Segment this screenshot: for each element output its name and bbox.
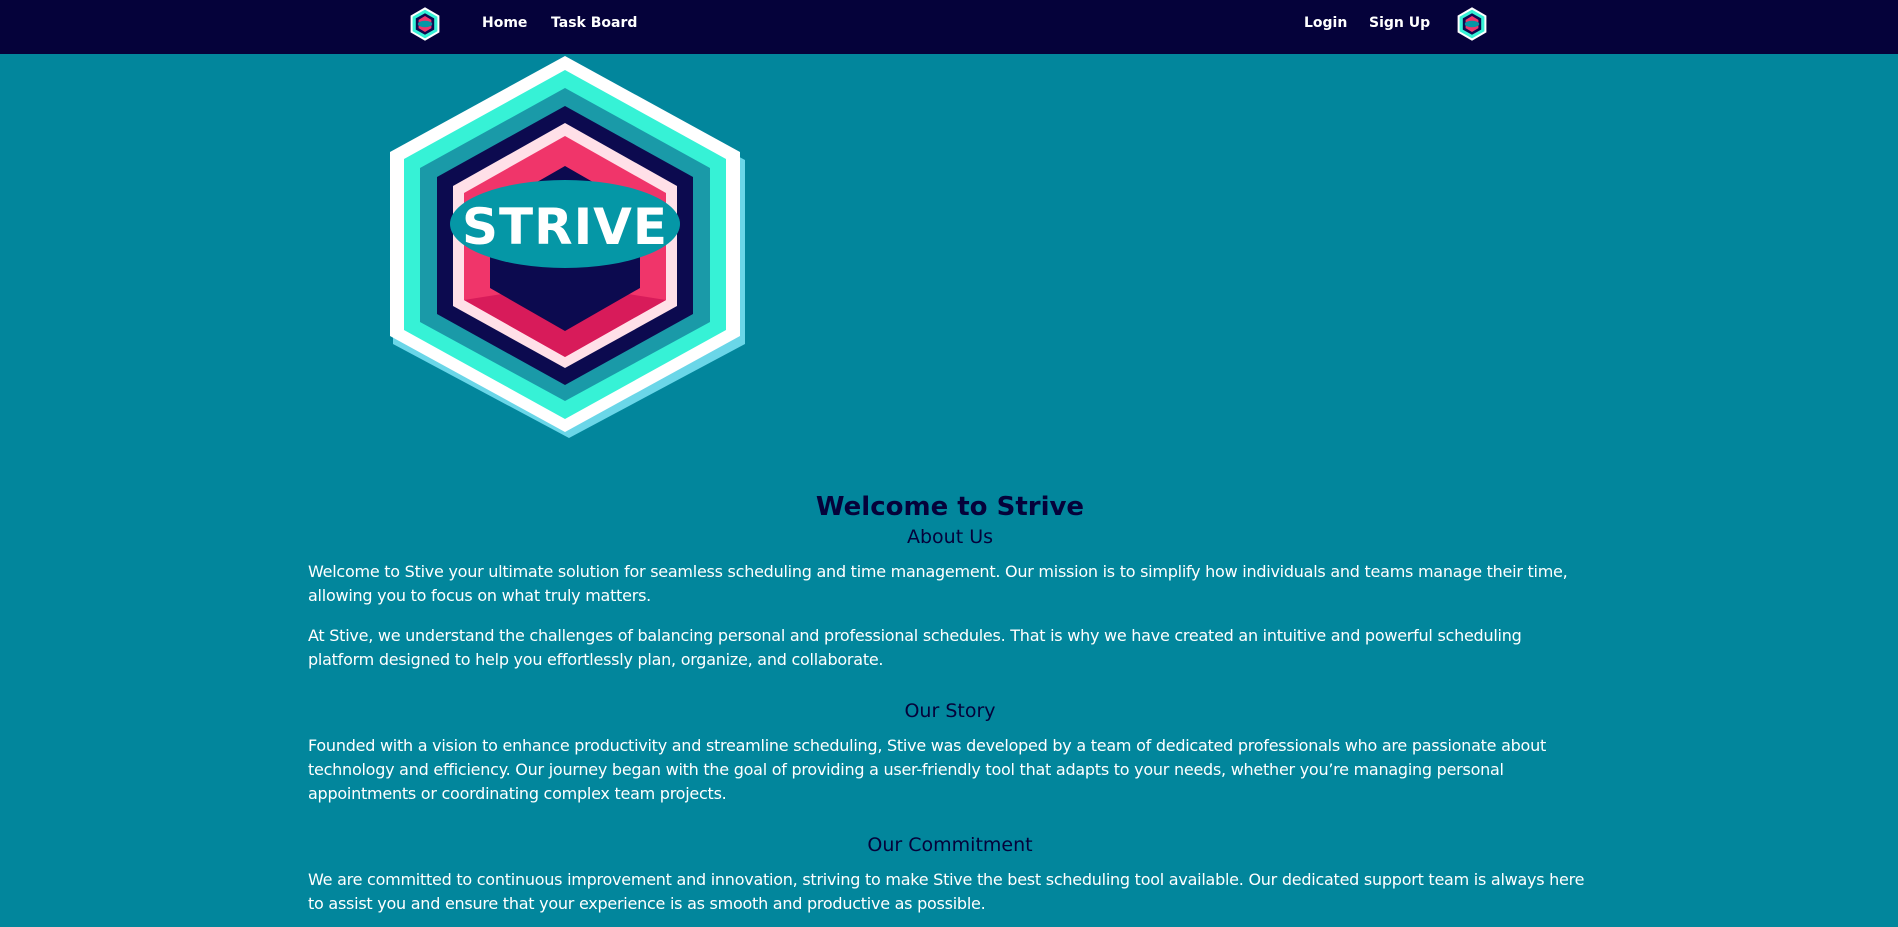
story-paragraph: Founded with a vision to enhance product… [308,736,1546,803]
strive-logo-icon[interactable] [409,6,441,42]
nav-link-task-board[interactable]: Task Board [551,0,637,46]
about-paragraph-2: At Stive, we understand the challenges o… [308,626,1522,669]
navbar: Home Task Board Login Sign Up [0,0,1898,54]
commitment-paragraph: We are committed to continuous improveme… [308,870,1585,913]
nav-link-sign-up[interactable]: Sign Up [1369,0,1430,46]
section-title-about-us: About Us [906,526,994,548]
strive-logo-icon[interactable] [1456,6,1488,42]
nav-link-login[interactable]: Login [1304,0,1347,46]
page-title: Welcome to Strive [815,492,1085,522]
main-content: Welcome to Strive About Us Welcome to St… [308,490,1592,916]
about-paragraph-1: Welcome to Stive your ultimate solution … [308,562,1568,605]
section-title-our-commitment: Our Commitment [867,834,1033,856]
hero-logo-text: STRIVE [462,198,668,256]
section-title-our-story: Our Story [904,700,996,722]
strive-hero-logo: STRIVE [390,56,745,438]
nav-link-home[interactable]: Home [482,0,527,46]
